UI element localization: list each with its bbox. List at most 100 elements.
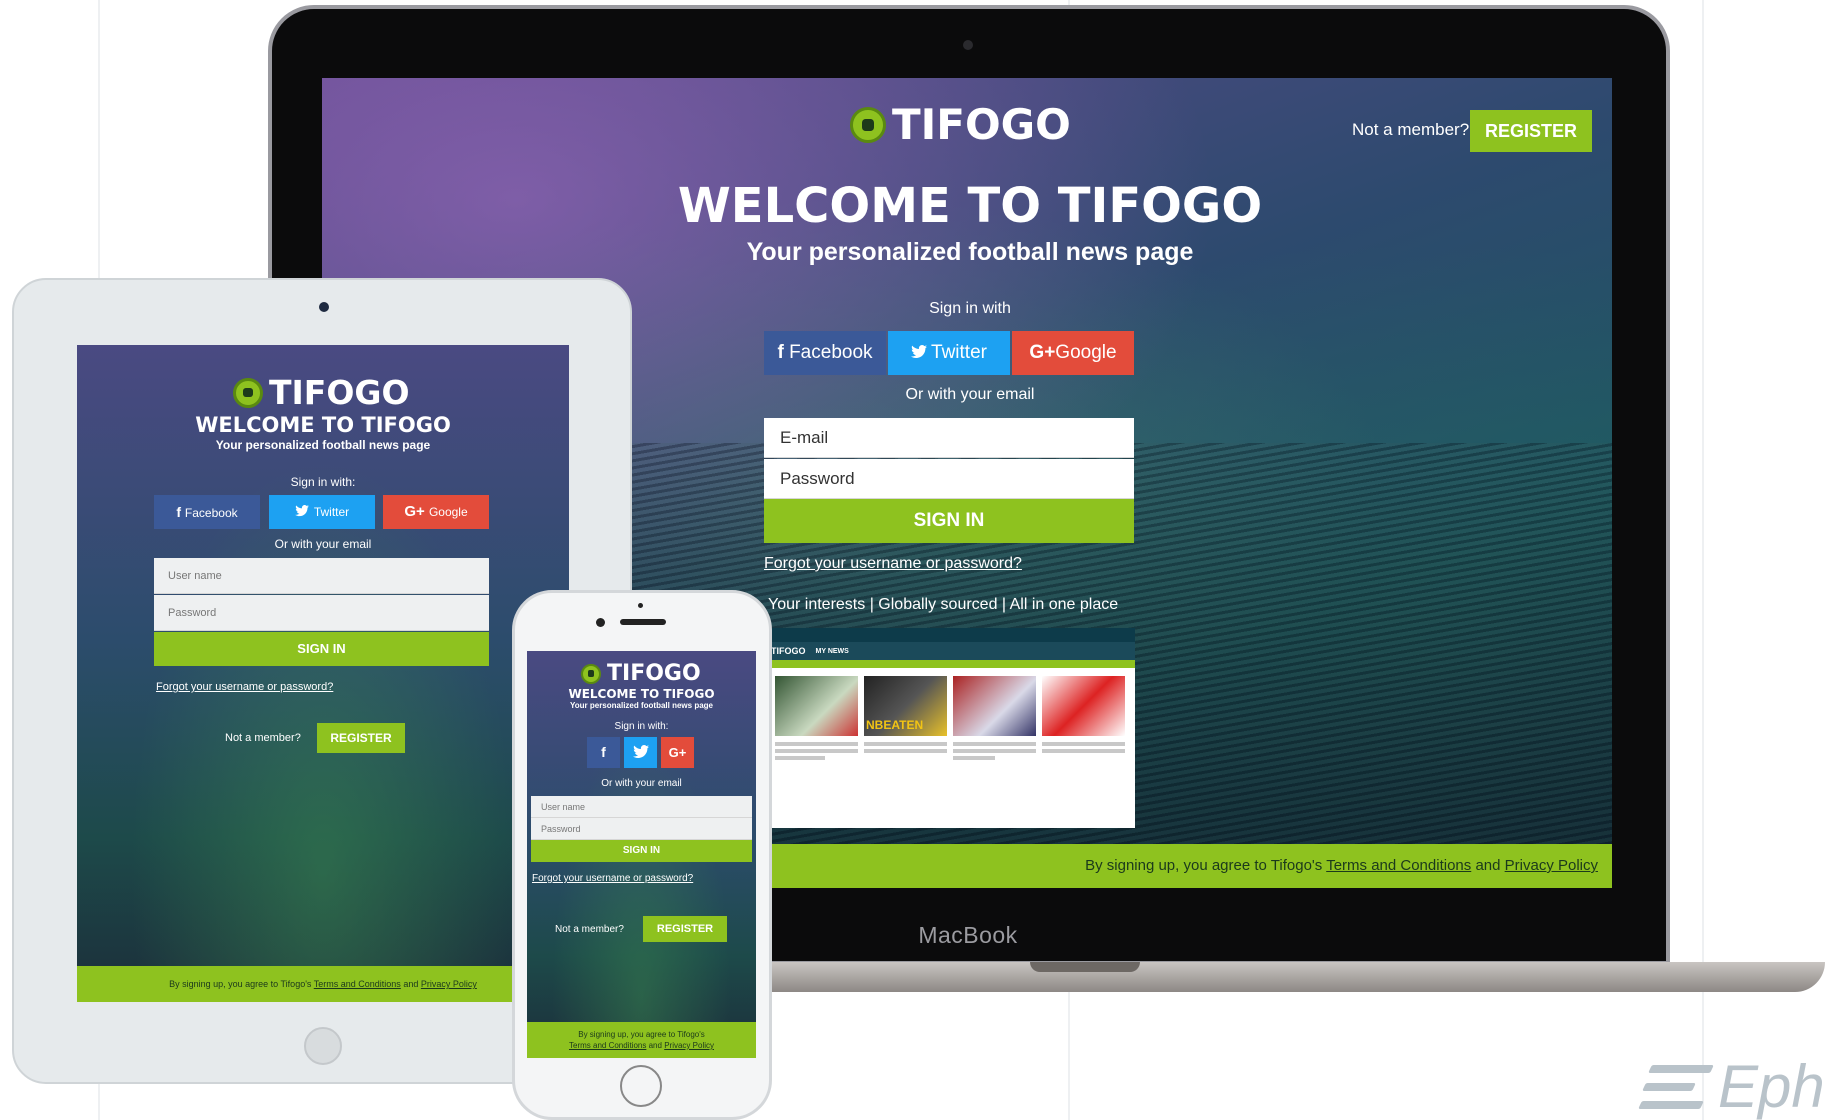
- not-member-text: Not a member?: [1352, 120, 1470, 139]
- terms-link[interactable]: Terms and Conditions: [569, 1041, 646, 1050]
- privacy-link[interactable]: Privacy Policy: [1505, 857, 1598, 874]
- sign-in-button[interactable]: SIGN IN: [531, 840, 752, 862]
- twitter-signin-button[interactable]: Twitter: [888, 331, 1010, 375]
- twitter-label: Twitter: [931, 342, 987, 363]
- footer-text: By signing up, you agree to Tifogo's: [578, 1030, 705, 1039]
- privacy-link[interactable]: Privacy Policy: [421, 979, 477, 989]
- watermark-text: Eph: [1718, 1053, 1825, 1120]
- football-icon: [233, 377, 263, 408]
- preview-card: NBEATEN: [864, 676, 947, 763]
- tifogo-logo[interactable]: TIFOGO: [850, 100, 1071, 149]
- welcome-title: WELCOME TO TIFOGO: [195, 413, 451, 437]
- or-with-email-label: Or with your email: [601, 778, 682, 789]
- terms-link[interactable]: Terms and Conditions: [314, 979, 401, 989]
- twitter-label: Twitter: [313, 505, 350, 519]
- tifogo-logo[interactable]: TIFOGO: [233, 373, 410, 412]
- footer-and: and: [648, 1041, 662, 1050]
- terms-footer: By signing up, you agree to Tifogo's Ter…: [77, 966, 569, 1002]
- preview-card: [775, 676, 858, 763]
- twitter-icon: [911, 345, 928, 358]
- google-plus-icon: G+: [404, 503, 429, 520]
- facebook-signin-button[interactable]: f Facebook: [154, 495, 260, 529]
- footer-and: and: [1475, 857, 1501, 874]
- google-plus-icon: G+: [1029, 342, 1056, 363]
- sign-in-button[interactable]: SIGN IN: [764, 499, 1134, 543]
- sign-in-button[interactable]: SIGN IN: [154, 632, 489, 666]
- forgot-password-link[interactable]: Forgot your username or password?: [532, 873, 693, 884]
- sign-in-with-label: Sign in with:: [614, 721, 669, 732]
- facebook-label: Facebook: [184, 506, 238, 520]
- phone-camera: [596, 618, 605, 627]
- google-signin-button[interactable]: G+ Google: [383, 495, 489, 529]
- sign-in-with-label: Sign in with:: [290, 475, 356, 489]
- app-preview-screenshot: TIFOGO MY NEWS NBEATEN: [765, 628, 1135, 828]
- twitter-icon: [632, 745, 649, 758]
- welcome-subtitle: Your personalized football news page: [570, 701, 713, 710]
- tablet-home-button[interactable]: [304, 1027, 342, 1065]
- password-field[interactable]: Password: [154, 595, 489, 631]
- not-member-text: Not a member?: [555, 924, 624, 935]
- preview-logo: TIFOGO: [771, 646, 806, 656]
- password-field[interactable]: Password: [764, 459, 1134, 499]
- password-field[interactable]: Password: [531, 818, 752, 840]
- preview-grid: NBEATEN: [765, 668, 1135, 771]
- laptop-notch: [1030, 962, 1140, 972]
- football-icon: [581, 663, 601, 684]
- logo-text: TIFOGO: [892, 100, 1071, 149]
- tablet-screen: TIFOGO WELCOME TO TIFOGO Your personaliz…: [77, 345, 569, 1002]
- facebook-signin-button[interactable]: f: [587, 737, 620, 768]
- google-label: Google: [428, 505, 468, 519]
- preview-nav-bar: [765, 660, 1135, 668]
- facebook-label: Facebook: [789, 342, 873, 363]
- welcome-title: WELCOME TO TIFOGO: [677, 178, 1263, 234]
- preview-header: TIFOGO MY NEWS: [765, 642, 1135, 660]
- tifogo-logo[interactable]: TIFOGO: [581, 661, 701, 686]
- register-button[interactable]: REGISTER: [1470, 110, 1592, 152]
- footer-text: By signing up, you agree to Tifogo's: [1085, 857, 1323, 874]
- preview-card: [953, 676, 1036, 763]
- watermark-logo-icon: [1638, 1057, 1714, 1117]
- forgot-password-link[interactable]: Forgot your username or password?: [764, 555, 1022, 573]
- logo-text: TIFOGO: [607, 661, 701, 686]
- google-label: Google: [1055, 342, 1117, 363]
- terms-footer: By signing up, you agree to Tifogo's Ter…: [527, 1022, 756, 1058]
- laptop-brand-label: MacBook: [918, 922, 1018, 948]
- google-signin-button[interactable]: G+Google: [1012, 331, 1134, 375]
- facebook-icon: f: [777, 342, 790, 363]
- tablet-camera: [319, 302, 329, 312]
- footer-text: By signing up, you agree to Tifogo's: [169, 979, 312, 989]
- tagline: Your interests | Globally sourced | All …: [768, 596, 1119, 613]
- welcome-title: WELCOME TO TIFOGO: [568, 687, 715, 701]
- terms-link[interactable]: Terms and Conditions: [1326, 857, 1471, 874]
- privacy-link[interactable]: Privacy Policy: [664, 1041, 714, 1050]
- preview-nav: MY NEWS: [815, 647, 849, 655]
- email-field[interactable]: E-mail: [764, 418, 1134, 458]
- facebook-icon: f: [601, 744, 606, 760]
- google-signin-button[interactable]: G+: [661, 737, 694, 768]
- welcome-subtitle: Your personalized football news page: [746, 238, 1194, 266]
- username-field[interactable]: User name: [531, 796, 752, 818]
- football-icon: [850, 106, 886, 143]
- footer-and: and: [403, 979, 419, 989]
- register-button[interactable]: REGISTER: [317, 723, 405, 753]
- twitter-icon: [294, 505, 309, 517]
- preview-headline: NBEATEN: [866, 718, 924, 732]
- register-button[interactable]: REGISTER: [643, 916, 727, 942]
- phone-sensor: [638, 603, 643, 608]
- watermark: Eph: [1638, 1052, 1825, 1120]
- phone-home-button[interactable]: [620, 1065, 662, 1107]
- laptop-base: [700, 962, 1825, 992]
- laptop-camera: [963, 40, 973, 50]
- phone-speaker: [620, 619, 666, 625]
- google-plus-icon: G+: [668, 745, 687, 760]
- background-divider: [1702, 0, 1704, 1120]
- twitter-signin-button[interactable]: Twitter: [269, 495, 375, 529]
- welcome-subtitle: Your personalized football news page: [215, 438, 431, 452]
- preview-card: [1042, 676, 1125, 763]
- logo-text: TIFOGO: [269, 373, 410, 412]
- username-field[interactable]: User name: [154, 558, 489, 594]
- not-member-text: Not a member?: [225, 732, 301, 744]
- facebook-signin-button[interactable]: f Facebook: [764, 331, 886, 375]
- forgot-password-link[interactable]: Forgot your username or password?: [156, 681, 333, 693]
- twitter-signin-button[interactable]: [624, 737, 657, 768]
